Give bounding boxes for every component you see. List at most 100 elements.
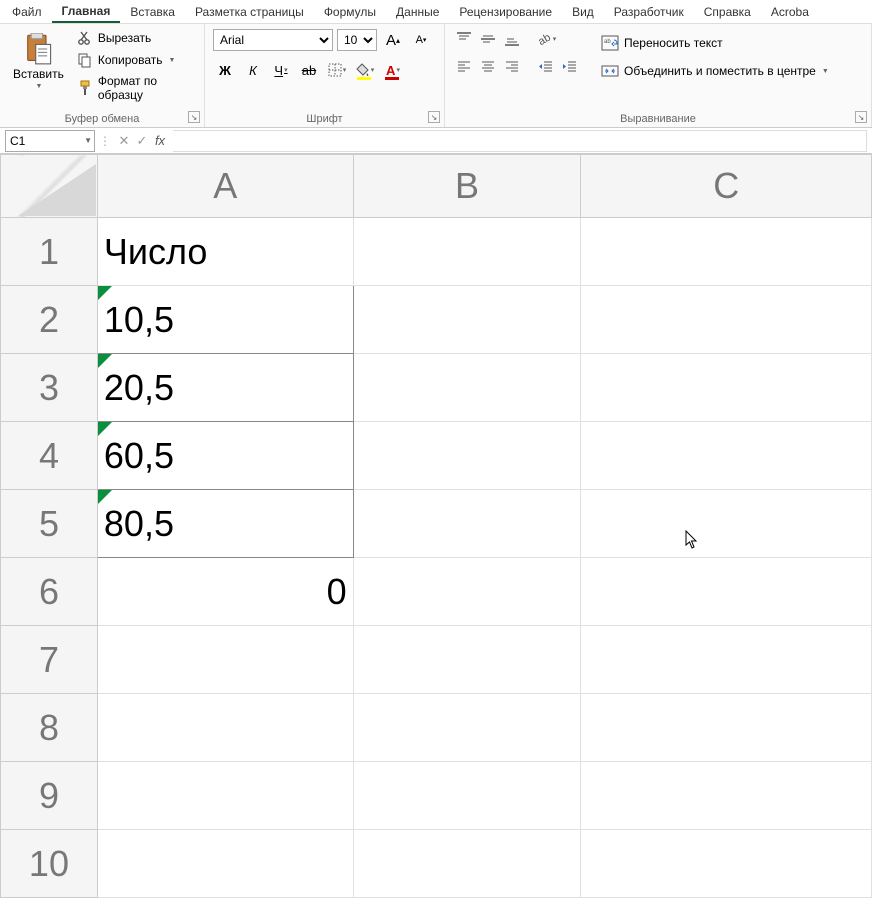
menu-item[interactable]: Вид: [562, 2, 604, 22]
column-header[interactable]: C: [581, 155, 872, 218]
cell[interactable]: 20,5: [97, 354, 353, 422]
font-color-button[interactable]: A▾: [381, 58, 405, 82]
format-painter-button[interactable]: Формат по образцу: [73, 72, 196, 104]
cell[interactable]: [353, 354, 581, 422]
row-header[interactable]: 9: [1, 762, 98, 830]
row-header[interactable]: 10: [1, 830, 98, 898]
align-top-button[interactable]: [453, 28, 475, 50]
cancel-formula-button[interactable]: ✕: [115, 131, 133, 151]
decrease-indent-button[interactable]: [535, 56, 557, 78]
align-middle-button[interactable]: [477, 28, 499, 50]
cell[interactable]: [353, 762, 581, 830]
align-bottom-button[interactable]: [501, 28, 523, 50]
format-painter-label: Формат по образцу: [98, 74, 192, 102]
cell[interactable]: [581, 830, 872, 898]
cell[interactable]: [97, 830, 353, 898]
borders-button[interactable]: ▾: [325, 58, 349, 82]
cell[interactable]: [353, 694, 581, 762]
row-header[interactable]: 8: [1, 694, 98, 762]
italic-button[interactable]: К: [241, 58, 265, 82]
cell[interactable]: [581, 558, 872, 626]
cut-button[interactable]: Вырезать: [73, 28, 196, 48]
font-size-select[interactable]: 10: [337, 29, 377, 51]
row-header[interactable]: 2: [1, 286, 98, 354]
cell[interactable]: 0: [97, 558, 353, 626]
cell[interactable]: [97, 694, 353, 762]
wrap-text-button[interactable]: ab Переносить текст: [597, 32, 833, 54]
row-header[interactable]: 6: [1, 558, 98, 626]
fill-color-button[interactable]: ▾: [353, 58, 377, 82]
cell[interactable]: [581, 626, 872, 694]
align-right-button[interactable]: [501, 56, 523, 78]
cell[interactable]: [353, 218, 581, 286]
scissors-icon: [77, 30, 93, 46]
accept-formula-button[interactable]: ✓: [133, 131, 151, 151]
strike-button[interactable]: ab: [297, 58, 321, 82]
cell[interactable]: [581, 218, 872, 286]
paste-button[interactable]: Вставить ▼: [8, 28, 69, 104]
underline-button[interactable]: Ч▾: [269, 58, 293, 82]
cursor-icon: [685, 530, 699, 550]
cell[interactable]: 80,5: [97, 490, 353, 558]
menu-item[interactable]: Файл: [2, 2, 52, 22]
copy-button[interactable]: Копировать ▼: [73, 50, 196, 70]
column-header[interactable]: B: [353, 155, 581, 218]
menu-item[interactable]: Рецензирование: [449, 2, 562, 22]
menu-item[interactable]: Справка: [694, 2, 761, 22]
cell[interactable]: [581, 422, 872, 490]
dialog-launcher-icon[interactable]: ↘: [428, 111, 440, 123]
cell[interactable]: [581, 354, 872, 422]
decrease-font-button[interactable]: A▾: [409, 28, 433, 52]
cell[interactable]: [97, 626, 353, 694]
cell[interactable]: [353, 422, 581, 490]
cell[interactable]: [581, 490, 872, 558]
merge-center-button[interactable]: Объединить и поместить в центре ▼: [597, 60, 833, 82]
menu-item[interactable]: Разметка страницы: [185, 2, 314, 22]
row-header[interactable]: 5: [1, 490, 98, 558]
clipboard-icon: [24, 33, 52, 65]
name-box[interactable]: C1 ▼: [5, 130, 95, 152]
increase-indent-button[interactable]: [559, 56, 581, 78]
dialog-launcher-icon[interactable]: ↘: [855, 111, 867, 123]
orientation-button[interactable]: ab▾: [535, 28, 557, 50]
cell[interactable]: [581, 694, 872, 762]
dialog-launcher-icon[interactable]: ↘: [188, 111, 200, 123]
row-header[interactable]: 3: [1, 354, 98, 422]
menu-item[interactable]: Формулы: [314, 2, 386, 22]
copy-icon: [77, 52, 93, 68]
cell[interactable]: [97, 762, 353, 830]
menu-item[interactable]: Главная: [52, 1, 121, 23]
row-header[interactable]: 7: [1, 626, 98, 694]
error-indicator-icon: [98, 354, 112, 368]
cell[interactable]: [353, 558, 581, 626]
row-header[interactable]: 1: [1, 218, 98, 286]
cell[interactable]: 10,5: [97, 286, 353, 354]
fx-icon[interactable]: fx: [151, 131, 169, 151]
bold-button[interactable]: Ж: [213, 58, 237, 82]
select-all-corner[interactable]: [1, 155, 98, 218]
cell[interactable]: [353, 626, 581, 694]
cell[interactable]: Число: [97, 218, 353, 286]
chevron-down-icon: ▼: [822, 68, 829, 75]
menu-item[interactable]: Данные: [386, 2, 449, 22]
increase-font-button[interactable]: A▴: [381, 28, 405, 52]
chevron-down-icon[interactable]: ▼: [84, 136, 92, 145]
row-header[interactable]: 4: [1, 422, 98, 490]
cut-label: Вырезать: [98, 31, 151, 45]
cell[interactable]: [353, 490, 581, 558]
align-center-button[interactable]: [477, 56, 499, 78]
font-name-select[interactable]: Arial: [213, 29, 333, 51]
cell[interactable]: [353, 286, 581, 354]
formula-input[interactable]: [173, 130, 867, 152]
menu-item[interactable]: Разработчик: [604, 2, 694, 22]
cell[interactable]: [581, 286, 872, 354]
menu-item[interactable]: Acroba: [761, 2, 819, 22]
cell[interactable]: 60,5: [97, 422, 353, 490]
cell[interactable]: [581, 762, 872, 830]
chevron-down-icon: ▼: [35, 83, 42, 90]
svg-text:ab: ab: [536, 32, 552, 47]
cell[interactable]: [353, 830, 581, 898]
menu-item[interactable]: Вставка: [120, 2, 185, 22]
align-left-button[interactable]: [453, 56, 475, 78]
column-header[interactable]: A: [97, 155, 353, 218]
